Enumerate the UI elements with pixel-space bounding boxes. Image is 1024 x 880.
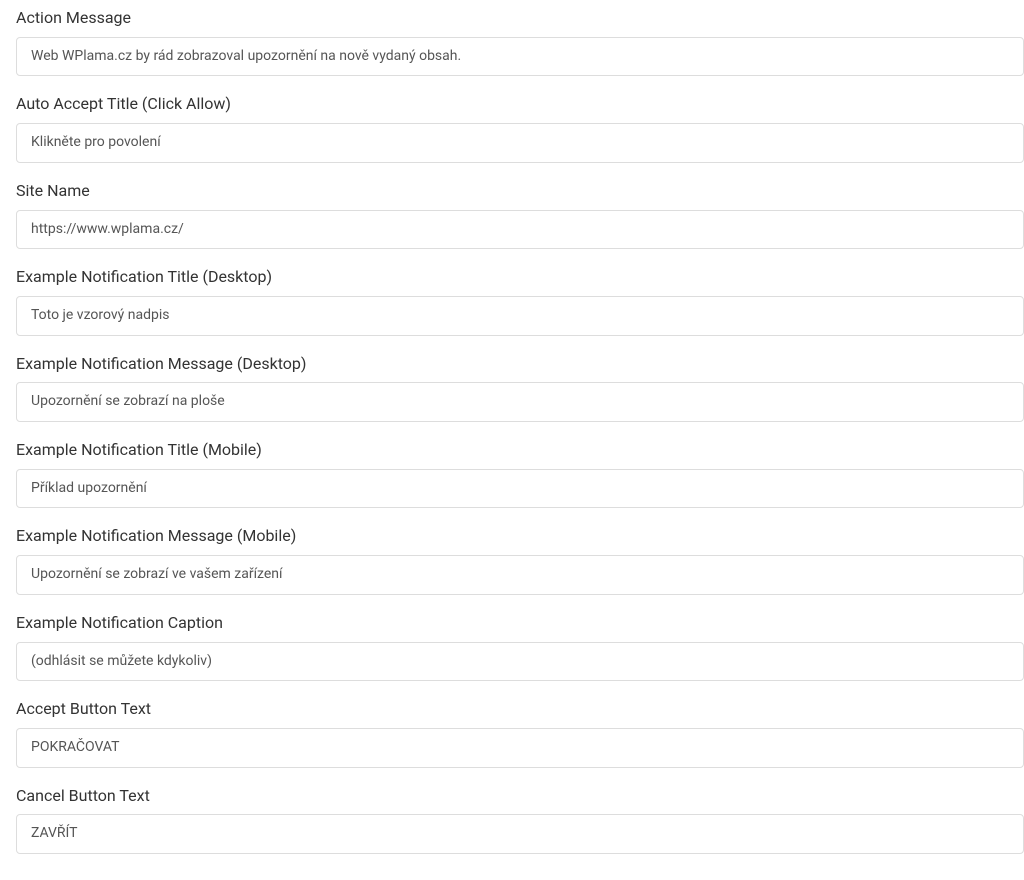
example-message-desktop-label: Example Notification Message (Desktop) (16, 354, 1024, 375)
form-group: Cancel Button Text (16, 786, 1024, 854)
example-message-desktop-input[interactable] (16, 382, 1024, 422)
example-caption-label: Example Notification Caption (16, 613, 1024, 634)
example-title-desktop-label: Example Notification Title (Desktop) (16, 267, 1024, 288)
example-message-mobile-input[interactable] (16, 555, 1024, 595)
form-group: Example Notification Caption (16, 613, 1024, 681)
example-caption-input[interactable] (16, 642, 1024, 682)
auto-accept-title-label: Auto Accept Title (Click Allow) (16, 94, 1024, 115)
accept-button-text-label: Accept Button Text (16, 699, 1024, 720)
form-group: Example Notification Message (Mobile) (16, 526, 1024, 594)
example-message-mobile-label: Example Notification Message (Mobile) (16, 526, 1024, 547)
settings-form: Action Message Auto Accept Title (Click … (16, 8, 1024, 854)
example-title-mobile-input[interactable] (16, 469, 1024, 509)
form-group: Site Name (16, 181, 1024, 249)
accept-button-text-input[interactable] (16, 728, 1024, 768)
action-message-input[interactable] (16, 37, 1024, 77)
form-group: Example Notification Title (Desktop) (16, 267, 1024, 335)
example-title-desktop-input[interactable] (16, 296, 1024, 336)
auto-accept-title-input[interactable] (16, 123, 1024, 163)
cancel-button-text-input[interactable] (16, 814, 1024, 854)
form-group: Example Notification Message (Desktop) (16, 354, 1024, 422)
form-group: Action Message (16, 8, 1024, 76)
site-name-label: Site Name (16, 181, 1024, 202)
action-message-label: Action Message (16, 8, 1024, 29)
example-title-mobile-label: Example Notification Title (Mobile) (16, 440, 1024, 461)
form-group: Auto Accept Title (Click Allow) (16, 94, 1024, 162)
form-group: Accept Button Text (16, 699, 1024, 767)
form-group: Example Notification Title (Mobile) (16, 440, 1024, 508)
site-name-input[interactable] (16, 210, 1024, 250)
cancel-button-text-label: Cancel Button Text (16, 786, 1024, 807)
